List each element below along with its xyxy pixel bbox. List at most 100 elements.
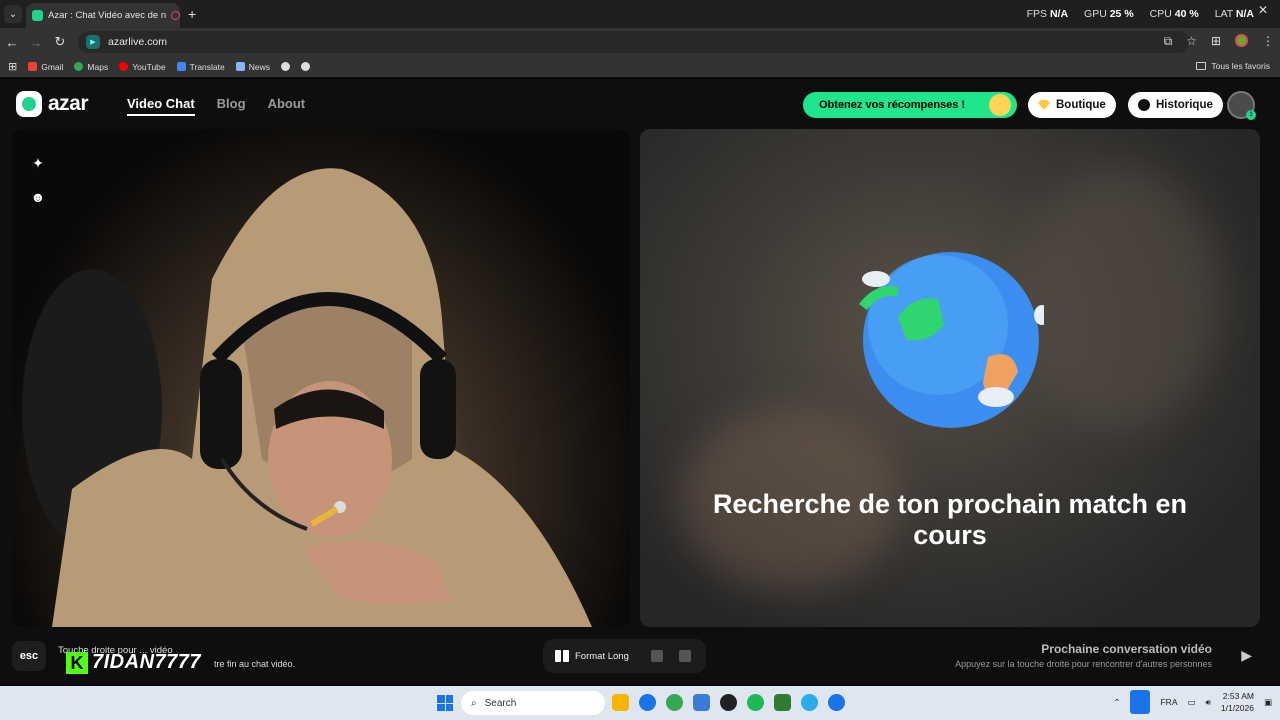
bookmark-star-icon[interactable]: ☆ — [1186, 34, 1197, 49]
streamer-watermark: K 7IDAN7777 — [66, 651, 201, 674]
volume-icon[interactable]: 🔊︎ — [1206, 697, 1211, 708]
layout-long-icon[interactable] — [555, 650, 569, 662]
network-icon[interactable]: ▭ — [1187, 697, 1195, 708]
windows-start-icon[interactable] — [437, 695, 453, 711]
main-nav: Video Chat Blog About — [127, 96, 305, 116]
next-arrow-icon[interactable]: ▶ — [1241, 647, 1252, 664]
next-conversation-hint: Appuyez sur la touche droite pour rencon… — [955, 659, 1212, 669]
clock-date: 1/1/2026 — [1220, 703, 1254, 713]
mask-effect-icon[interactable]: ☻ — [30, 189, 46, 205]
address-bar[interactable]: ▶ azarlive.com — [78, 31, 1190, 53]
taskbar-search[interactable]: ⌕ Search — [461, 691, 605, 715]
esc-hint-end-text: tre fin au chat vidéo. — [214, 659, 296, 669]
tab-search-button[interactable]: ⌄ — [4, 5, 22, 23]
chrome-icon[interactable] — [639, 694, 656, 711]
apps-grid-icon[interactable]: ⊞ — [8, 60, 17, 73]
taskbar-search-placeholder: Search — [484, 697, 517, 709]
streamer-name: 7IDAN7777 — [92, 651, 202, 673]
browser-tab-strip: ⌄ Azar : Chat Vidéo avec de n ✕ + FPS N/… — [0, 0, 1280, 28]
microphone-icon[interactable] — [1130, 690, 1151, 714]
effects-sparkle-icon[interactable]: ✦ — [30, 155, 46, 171]
recording-indicator-icon — [171, 11, 180, 20]
back-icon[interactable]: ← — [0, 35, 24, 50]
remote-video-panel: Recherche de ton prochain match en cours — [640, 129, 1260, 627]
chrome-profile-icon[interactable] — [666, 694, 683, 711]
nav-about[interactable]: About — [268, 96, 306, 116]
search-icon: ⌕ — [471, 697, 477, 709]
cpu-value: 40 % — [1174, 8, 1199, 20]
folder-icon — [1196, 62, 1207, 70]
maps-icon — [74, 62, 84, 71]
bookmark-maps[interactable]: Maps — [74, 62, 108, 72]
avatar-badge: 1 — [1246, 110, 1256, 120]
fps-value: N/A — [1049, 8, 1069, 20]
notifications-icon[interactable]: ▣ — [1264, 697, 1272, 708]
tab-title: Azar : Chat Vidéo avec de n — [48, 10, 167, 21]
bookmark-globe-1[interactable] — [281, 62, 291, 71]
terminal-app-icon[interactable] — [774, 694, 791, 711]
extensions-icon[interactable]: ⊞ — [1211, 34, 1221, 49]
layout-stacked-icon[interactable] — [650, 650, 663, 662]
reload-icon[interactable]: ↻ — [48, 34, 72, 50]
cast-icon[interactable]: ⧉ — [1164, 34, 1173, 49]
bookmark-news[interactable]: News — [235, 62, 270, 72]
language-indicator[interactable]: FRA — [1160, 697, 1177, 707]
tray-overflow-icon[interactable]: ⌃ — [1113, 697, 1120, 708]
globe-icon — [301, 62, 311, 71]
windows-taskbar: ⌕ Search ⌃ FRA ▭ 🔊︎ 2:53 AM 1/1/2026 ▣ — [0, 686, 1280, 720]
browser-tab-azar[interactable]: Azar : Chat Vidéo avec de n ✕ — [26, 3, 180, 28]
gpu-label: GPU — [1084, 8, 1107, 20]
globe-icon — [859, 252, 1044, 428]
system-tray: ⌃ FRA ▭ 🔊︎ 2:53 AM 1/1/2026 ▣ — [1113, 690, 1272, 714]
clock-icon — [1138, 99, 1150, 111]
user-avatar[interactable]: 1 — [1227, 91, 1256, 120]
address-toolbar: ← → ↻ ▶ azarlive.com ⧉ ☆ ⊞ ⋮ — [0, 28, 1280, 56]
next-conversation-info: Prochaine conversation vidéo Appuyez sur… — [955, 642, 1212, 669]
history-button[interactable]: Historique — [1128, 92, 1223, 118]
rewards-button[interactable]: Obtenez vos récompenses ! — [803, 92, 1017, 118]
shop-label: Boutique — [1056, 99, 1106, 111]
azar-logo-text: azar — [48, 92, 89, 115]
bookmark-gmail[interactable]: Gmail — [28, 62, 63, 72]
layout-switcher: Format Long — [543, 639, 706, 673]
esc-key-button[interactable]: esc — [12, 641, 46, 671]
nav-video-chat[interactable]: Video Chat — [127, 96, 195, 116]
bookmark-translate[interactable]: Translate — [176, 62, 225, 72]
browser-menu-icon[interactable]: ⋮ — [1262, 34, 1274, 49]
azar-logo-icon — [16, 91, 42, 117]
window-close-icon[interactable]: ✕ — [1258, 3, 1268, 17]
chrome-active-icon[interactable] — [828, 694, 845, 711]
local-video-panel: ✦ ☻ — [12, 129, 630, 627]
site-info-icon[interactable]: ▶ — [86, 35, 100, 49]
rewards-label: Obtenez vos récompenses ! — [819, 99, 966, 111]
diamond-icon — [1038, 100, 1050, 110]
layout-grid-icon[interactable] — [678, 650, 691, 662]
gift-icon — [989, 94, 1011, 116]
nav-blog[interactable]: Blog — [217, 96, 246, 116]
bookmark-globe-2[interactable] — [301, 62, 311, 71]
bookmarks-bar: ⊞ Gmail Maps YouTube Translate News Tous… — [0, 56, 1280, 78]
photos-icon[interactable] — [693, 694, 710, 711]
bookmark-youtube[interactable]: YouTube — [119, 62, 166, 72]
file-explorer-icon[interactable] — [612, 694, 629, 711]
globe-icon — [281, 62, 291, 71]
profile-avatar[interactable] — [1235, 34, 1248, 47]
taskbar-apps — [612, 694, 845, 711]
clock-time: 2:53 AM — [1222, 691, 1254, 701]
performance-overlay: FPS N/A GPU 25 % CPU 40 % LAT N/A — [1027, 8, 1254, 20]
forward-icon[interactable]: → — [24, 35, 48, 50]
new-tab-button[interactable]: + — [188, 6, 196, 22]
format-long-label[interactable]: Format Long — [575, 651, 629, 662]
azar-logo[interactable]: azar — [16, 91, 89, 117]
all-bookmarks-folder[interactable]: Tous les favoris — [1196, 61, 1270, 71]
history-label: Historique — [1156, 99, 1213, 111]
telegram-icon[interactable] — [801, 694, 818, 711]
youtube-icon — [119, 62, 129, 71]
fps-label: FPS — [1026, 8, 1048, 20]
lat-value: N/A — [1235, 8, 1254, 20]
system-clock[interactable]: 2:53 AM 1/1/2026 — [1221, 690, 1254, 714]
azar-favicon-icon — [32, 10, 43, 21]
obs-icon[interactable] — [720, 694, 737, 711]
shop-button[interactable]: Boutique — [1028, 92, 1116, 118]
spotify-icon[interactable] — [747, 694, 764, 711]
